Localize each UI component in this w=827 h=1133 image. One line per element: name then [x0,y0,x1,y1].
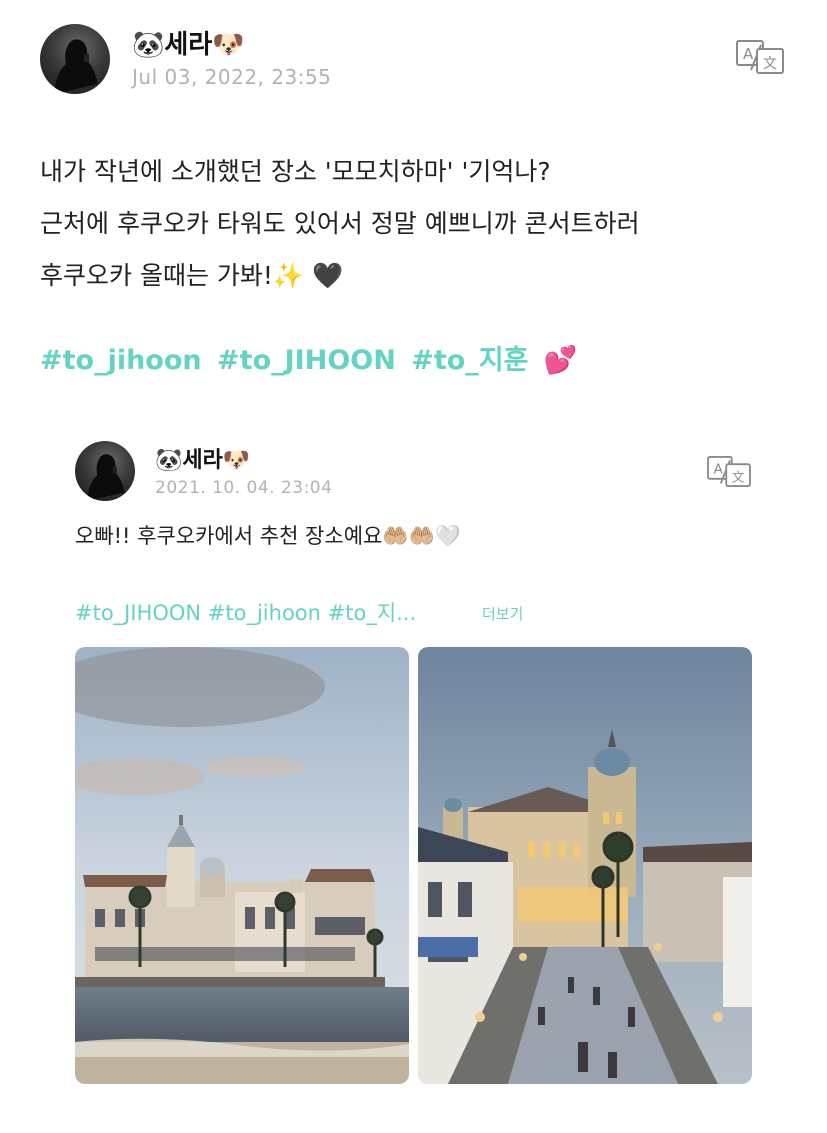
quoted-hashtags[interactable]: #to_JIHOON #to_jihoon #to_지... [75,597,416,627]
hashtag-link[interactable]: #to_지훈 [411,345,528,376]
svg-text:文: 文 [732,471,745,486]
quoted-translate-icon[interactable]: A 文 [707,456,751,487]
author-avatar[interactable] [40,24,110,94]
hashtag-row: #to_jihoon #to_JIHOON #to_지훈 💕 [40,338,584,377]
illuminated-promenade-photo[interactable] [418,647,752,1084]
quoted-author-name[interactable]: 🐼세라🐶 [155,442,250,474]
person-silhouette-icon [54,39,98,94]
hashtag-link[interactable]: #to_jihoon [40,345,202,376]
post-text-line: 근처에 후쿠오카 타워도 있어서 정말 예쁘니까 콘서트하러 [40,209,640,238]
translate-icon[interactable]: A 文 [736,40,784,74]
illuminated-promenade-image [418,647,752,1084]
svg-text:文: 文 [763,56,777,72]
hearts-emoji: 💕 [543,345,578,376]
person-silhouette-icon [87,454,125,501]
quoted-author-avatar[interactable] [75,441,135,501]
seaside-building-image [75,647,409,1084]
svg-text:A: A [714,461,724,477]
svg-text:A: A [743,45,754,63]
quoted-timestamp: 2021. 10. 04. 23:04 [155,478,333,498]
post-timestamp: Jul 03, 2022, 23:55 [132,65,332,89]
post-body: 내가 작년에 소개했던 장소 '모모치하마' '기억나? 근처에 후쿠오카 타워… [40,146,800,302]
post-text-line: 후쿠오카 올때는 가봐!✨ 🖤 [40,261,344,290]
see-more-link[interactable]: 더보기 [482,603,523,624]
post-text-line: 내가 작년에 소개했던 장소 '모모치하마' '기억나? [40,157,551,186]
quoted-post-text: 오빠!! 후쿠오카에서 추천 장소예요🤲🏼🤲🏼🤍 [75,524,461,548]
seaside-building-photo[interactable] [75,647,409,1084]
hashtag-link[interactable]: #to_JIHOON [217,345,396,376]
author-name[interactable]: 🐼세라🐶 [132,24,245,61]
